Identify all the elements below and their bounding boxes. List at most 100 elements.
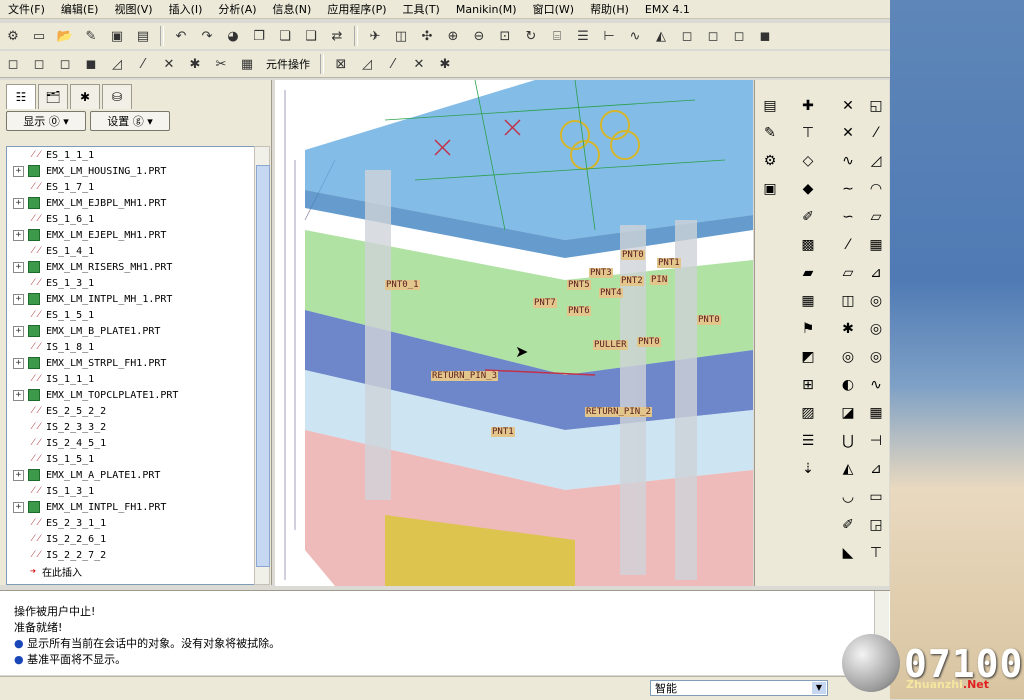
- tree-row[interactable]: ⁄⁄ IS_1_3_1: [7, 483, 255, 499]
- toolkit-icon[interactable]: ⊤: [865, 542, 887, 564]
- new-icon[interactable]: ✚: [797, 95, 819, 117]
- menu-item[interactable]: Manikin(M): [448, 3, 525, 16]
- runner-icon[interactable]: ◩: [797, 346, 819, 368]
- extrude-icon[interactable]: ◫: [837, 290, 859, 312]
- expand-icon[interactable]: +: [13, 389, 24, 401]
- wireframe-icon[interactable]: ◻: [676, 25, 698, 47]
- tree-row[interactable]: + EMX_LM_TOPCLPLATE1.PRT: [7, 387, 255, 403]
- screw-icon[interactable]: ⚙: [759, 150, 781, 172]
- tree-row[interactable]: + EMX_LM_INTPL_MH_1.PRT: [7, 291, 255, 307]
- ejector-pin-icon[interactable]: ⊤: [797, 122, 819, 144]
- tree-row[interactable]: ➔ 在此插入: [7, 563, 255, 579]
- folder-browser-tab-icon[interactable]: 🗂: [38, 84, 68, 109]
- spin-icon[interactable]: ↻: [520, 25, 542, 47]
- model-tree-tab-icon[interactable]: ☷: [6, 84, 36, 109]
- solidify-icon[interactable]: ▭: [865, 486, 887, 508]
- surface-icon[interactable]: ◠: [865, 178, 887, 200]
- cube-view-icon[interactable]: ◻: [2, 53, 24, 75]
- shading-icon[interactable]: ◼: [754, 25, 776, 47]
- expand-icon[interactable]: +: [13, 165, 24, 177]
- tree-row[interactable]: ⁄⁄ ES_1_7_1: [7, 179, 255, 195]
- insert-icon[interactable]: ⇣: [797, 458, 819, 480]
- offset-point-icon[interactable]: ✕: [837, 122, 859, 144]
- mirror-icon[interactable]: ⊿: [865, 262, 887, 284]
- hole-icon[interactable]: ◎: [837, 346, 859, 368]
- draft-icon[interactable]: ◪: [837, 402, 859, 424]
- layers-icon[interactable]: ☰: [572, 25, 594, 47]
- revolve-icon[interactable]: ◎: [865, 290, 887, 312]
- menu-item[interactable]: EMX 4.1: [637, 3, 698, 16]
- intersect-icon[interactable]: ◣: [837, 542, 859, 564]
- tree-row[interactable]: + EMX_LM_A_PLATE1.PRT: [7, 467, 255, 483]
- tree-row[interactable]: ⁄⁄ IS_1_8_1: [7, 339, 255, 355]
- spline-icon[interactable]: ∼: [837, 178, 859, 200]
- curve-icon[interactable]: ∿: [837, 150, 859, 172]
- lifter-icon[interactable]: ◆: [797, 178, 819, 200]
- expand-icon[interactable]: +: [13, 293, 24, 305]
- expand-icon[interactable]: +: [13, 357, 24, 369]
- tree-row[interactable]: ⁄⁄ ES_2_5_2_2: [7, 403, 255, 419]
- project-icon[interactable]: ◲: [865, 514, 887, 536]
- menu-item[interactable]: 编辑(E): [53, 1, 107, 17]
- sketch-icon[interactable]: ◫: [390, 25, 412, 47]
- favorites-tab-icon[interactable]: ✱: [70, 84, 100, 109]
- tree-row[interactable]: ⁄⁄ IS_2_3_3_2: [7, 419, 255, 435]
- extend-icon[interactable]: ◭: [837, 458, 859, 480]
- menu-item[interactable]: 信息(N): [265, 1, 320, 17]
- saved-views-icon[interactable]: ⌸: [546, 25, 568, 47]
- csys-icon[interactable]: ✱: [837, 318, 859, 340]
- expand-icon[interactable]: +: [13, 197, 24, 209]
- component-ops-label[interactable]: 元件操作: [266, 56, 310, 72]
- tree-row[interactable]: ⁄⁄ ES_2_3_1_1: [7, 515, 255, 531]
- manikin-icon[interactable]: ✣: [416, 25, 438, 47]
- thicken-icon[interactable]: ◡: [837, 486, 859, 508]
- scrollbar-thumb[interactable]: [256, 165, 270, 567]
- menu-item[interactable]: 应用程序(P): [319, 1, 394, 17]
- tree-row[interactable]: ⁄⁄ ES_1_3_1: [7, 275, 255, 291]
- mass-props-icon[interactable]: ◭: [650, 25, 672, 47]
- expand-icon[interactable]: +: [13, 501, 24, 513]
- csys-display-icon[interactable]: ✱: [184, 53, 206, 75]
- tree-row[interactable]: + EMX_LM_HOUSING_1.PRT: [7, 163, 255, 179]
- chevron-down-icon[interactable]: ▼: [812, 682, 826, 694]
- model-tree-scrollbar[interactable]: [254, 146, 270, 585]
- graphics-window[interactable]: PNT0_1 PNT0 PNT1 PNT3 PNT5 PNT2 PIN PNT4…: [275, 80, 753, 586]
- sketch-icon[interactable]: ∽: [837, 206, 859, 228]
- refit-icon[interactable]: ⊡: [494, 25, 516, 47]
- tree-row[interactable]: ⁄⁄ ES_1_1_1: [7, 147, 255, 163]
- tree-row[interactable]: + EMX_LM_EJEPL_MH1.PRT: [7, 227, 255, 243]
- cooling-icon[interactable]: ◇: [797, 150, 819, 172]
- expand-icon[interactable]: +: [13, 229, 24, 241]
- zoom-out-icon[interactable]: ⊖: [468, 25, 490, 47]
- layers-tab-icon[interactable]: ⛁: [102, 84, 132, 109]
- line-icon[interactable]: ⁄: [837, 234, 859, 256]
- tree-row[interactable]: + EMX_LM_STRPL_FH1.PRT: [7, 355, 255, 371]
- sketch-plane-icon[interactable]: ◿: [865, 150, 887, 172]
- close-window-icon[interactable]: ⊠: [330, 53, 352, 75]
- orient-icon[interactable]: ✈: [364, 25, 386, 47]
- show-dropdown-button[interactable]: 显示 ⓪ ▾: [6, 111, 86, 131]
- menu-item[interactable]: 插入(I): [161, 1, 211, 17]
- plate-icon[interactable]: ▰: [797, 262, 819, 284]
- chamfer-icon[interactable]: ∿: [865, 374, 887, 396]
- tree-row[interactable]: ⁄⁄ IS_2_4_5_1: [7, 435, 255, 451]
- datum-plane-display-icon[interactable]: ◿: [106, 53, 128, 75]
- paste-icon[interactable]: ❏: [274, 25, 296, 47]
- edit-icon[interactable]: ✎: [759, 122, 781, 144]
- assembly-icon[interactable]: ⚙: [2, 25, 24, 47]
- pattern-icon[interactable]: ▦: [797, 290, 819, 312]
- shell-icon[interactable]: ◎: [865, 346, 887, 368]
- offset-icon[interactable]: ⊿: [865, 458, 887, 480]
- slider-icon[interactable]: ▣: [759, 178, 781, 200]
- zoom-in-icon[interactable]: ⊕: [442, 25, 464, 47]
- datum-axis-display-icon[interactable]: ⁄: [132, 53, 154, 75]
- tree-row[interactable]: ⁄⁄ IS_2_2_6_1: [7, 531, 255, 547]
- tree-row[interactable]: + EMX_LM_INTPL_FH1.PRT: [7, 499, 255, 515]
- cube-view-icon[interactable]: ◻: [54, 53, 76, 75]
- csys-icon[interactable]: ✱: [434, 53, 456, 75]
- trim-icon[interactable]: ⊣: [865, 430, 887, 452]
- tree-row[interactable]: ⁄⁄ IS_2_2_7_2: [7, 547, 255, 563]
- analysis-icon[interactable]: ∿: [624, 25, 646, 47]
- cube-shaded-icon[interactable]: ◼: [80, 53, 102, 75]
- settings-dropdown-button[interactable]: 设置 ⓖ ▾: [90, 111, 170, 131]
